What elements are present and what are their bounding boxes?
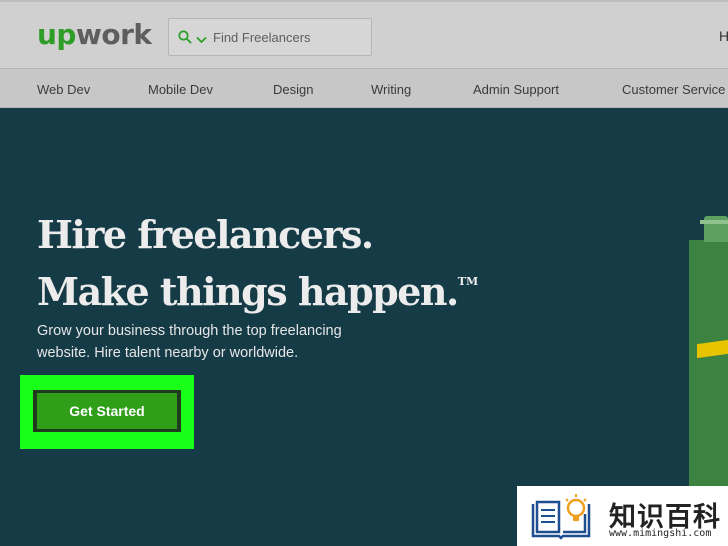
watermark: 知识百科 www.mimingshi.com xyxy=(517,486,728,546)
category-mobile-dev[interactable]: Mobile Dev xyxy=(148,82,213,97)
illustration-plant-leaf xyxy=(700,220,728,224)
trademark-symbol: TM xyxy=(457,275,479,288)
hero-headline: Hire freelancers. Make things happen.TM xyxy=(37,211,517,315)
category-writing[interactable]: Writing xyxy=(371,82,411,97)
logo-prefix: up xyxy=(37,18,76,51)
chevron-down-icon[interactable] xyxy=(196,31,207,49)
watermark-url: www.mimingshi.com xyxy=(609,528,712,539)
get-started-button[interactable]: Get Started xyxy=(37,393,177,429)
hero-description: Grow your business through the top freel… xyxy=(37,323,342,361)
upwork-logo[interactable]: upwork xyxy=(37,18,152,51)
category-nav: Web Dev Mobile Dev Design Writing Admin … xyxy=(0,68,728,108)
category-web-dev[interactable]: Web Dev xyxy=(37,82,90,97)
headline-line-1: Hire freelancers. xyxy=(37,212,374,257)
logo-suffix: work xyxy=(75,18,152,51)
top-header: upwork H xyxy=(0,0,728,68)
category-admin-support[interactable]: Admin Support xyxy=(473,82,559,97)
headline-line-2: Make things happen. xyxy=(37,269,459,314)
category-design[interactable]: Design xyxy=(273,82,313,97)
hero-section: Hire freelancers. Make things happen.TM … xyxy=(0,108,728,546)
category-customer-service[interactable]: Customer Service xyxy=(622,82,725,97)
header-nav-link[interactable]: H xyxy=(719,28,728,44)
search-input[interactable] xyxy=(213,27,363,47)
book-lightbulb-icon xyxy=(529,494,597,545)
search-box[interactable] xyxy=(168,18,372,56)
search-icon[interactable] xyxy=(178,30,192,49)
